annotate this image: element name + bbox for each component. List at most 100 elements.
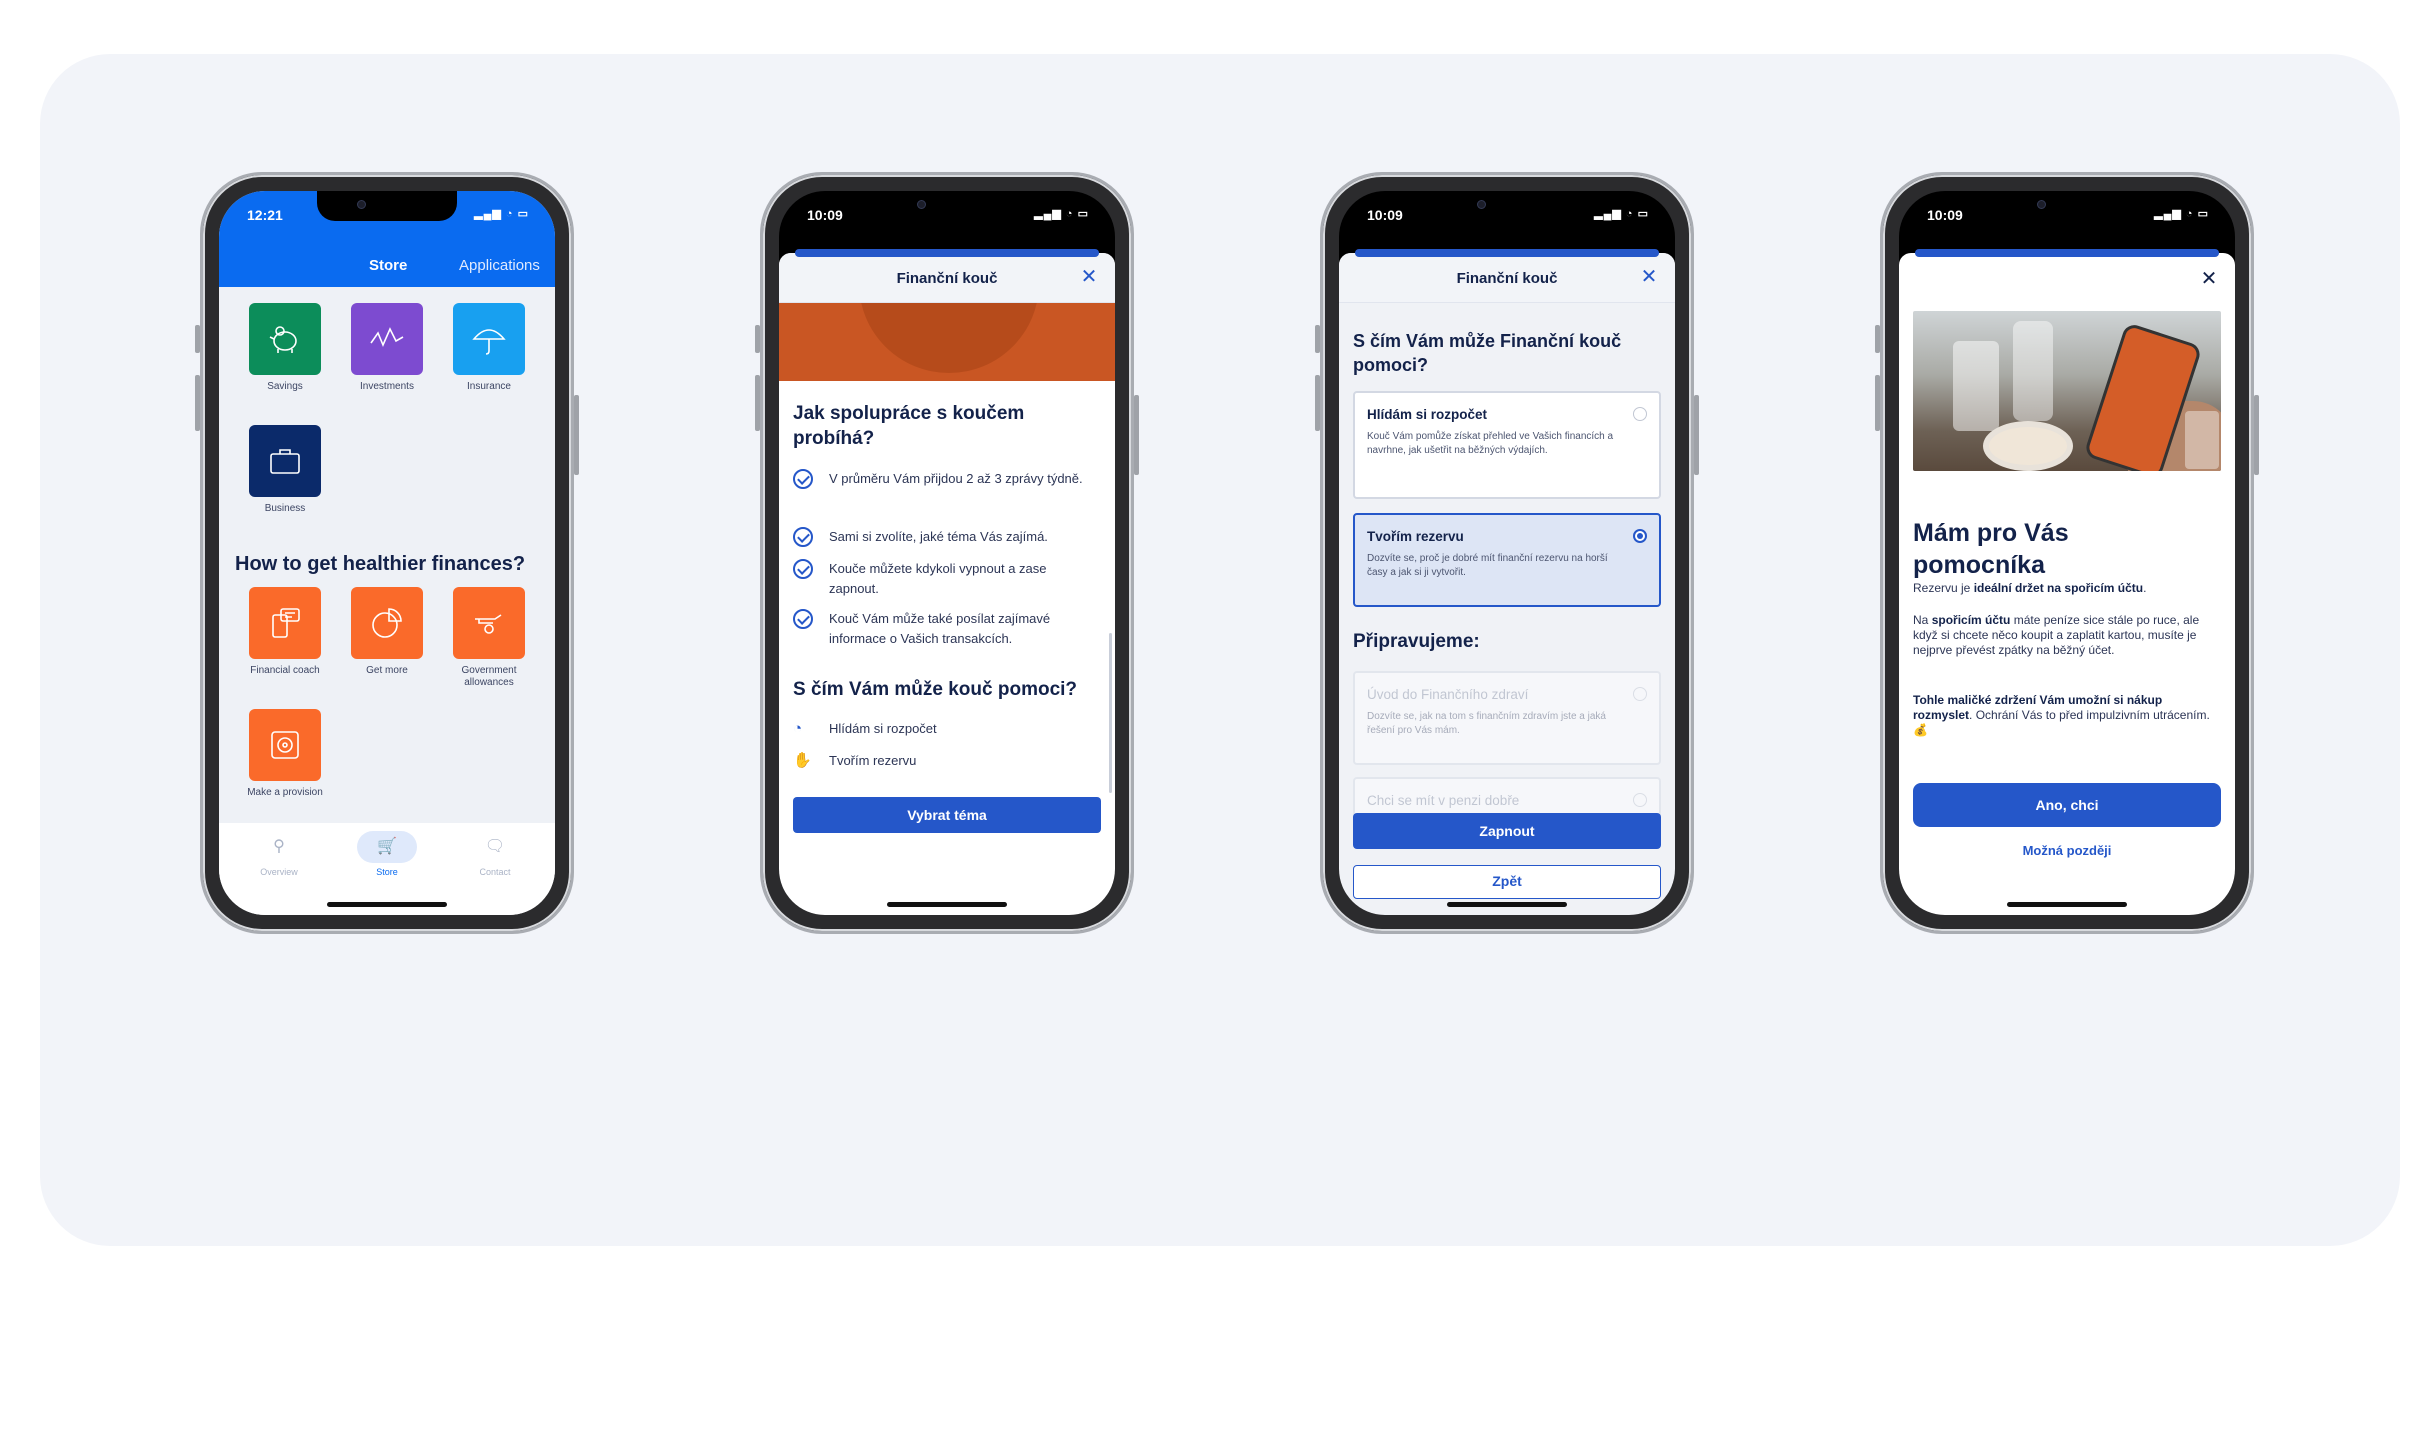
phone-coach-intro: 10:09 ▂▄▆ ◔ ▭ Finanční kouč ✕ Jak spolupr…	[755, 172, 1139, 934]
helper-screen: 10:09 ▂▄▆ ◔ ▭ ✕ Mám pro Vás pomocníka Rez…	[1899, 191, 2235, 915]
status-time: 12:21	[247, 207, 283, 223]
modal-sheet: ✕ Mám pro Vás pomocníka Rezervu je ideál…	[1899, 253, 2235, 915]
tile-get-more[interactable]	[351, 587, 423, 659]
option-reserve[interactable]: Tvořím rezervu Dozvíte se, proč je dobré…	[1353, 513, 1661, 607]
close-icon[interactable]: ✕	[1077, 265, 1101, 289]
hand-coin-icon	[475, 614, 502, 634]
savings-hand-icon: ✋	[793, 752, 812, 769]
tile-savings[interactable]	[249, 303, 321, 375]
pie-chart-icon	[372, 608, 402, 638]
modal-sheet: Finanční kouč ✕ S čím Vám může Finanční …	[1339, 253, 1675, 915]
tile-government-allowances[interactable]	[453, 587, 525, 659]
tile-make-a-provision[interactable]	[249, 709, 321, 781]
check-item: Sami si zvolíte, jaké téma Vás zajímá.	[793, 527, 1093, 547]
tab-store[interactable]: Store	[369, 257, 407, 274]
radio-button	[1633, 793, 1647, 807]
check-item: V průměru Vám přijdou 2 až 3 zprávy týdn…	[793, 469, 1093, 489]
nav-label-store: Store	[376, 867, 398, 877]
coach-chat-icon	[272, 608, 300, 638]
option-desc: Kouč Vám pomůže získat přehled ve Vašich…	[1367, 431, 1614, 456]
phone-store: 12:21 ▂▄▆ ◔ ▭ Store Applications Savings …	[195, 172, 579, 934]
nav-overview[interactable]: ⚲ Overview	[239, 831, 319, 877]
tile-insurance[interactable]	[453, 303, 525, 375]
tile-label-insurance: Insurance	[467, 381, 511, 392]
topic-item-budget: ◔ Hlídám si rozpočet	[793, 720, 937, 737]
status-time: 10:09	[1367, 207, 1403, 223]
budget-pie-icon: ◔	[793, 720, 803, 737]
check-circle-icon	[793, 559, 813, 579]
heading-how-it-works: Jak spolupráce s koučem probíhá?	[793, 403, 1025, 449]
safe-icon	[271, 731, 299, 759]
paragraph-3: Tohle maličké zdržení Vám umožní si náku…	[1913, 693, 2210, 737]
helper-heading: Mám pro Vás pomocníka	[1913, 519, 2069, 579]
tile-label-make-a-provision: Make a provision	[247, 787, 323, 798]
topic-item-reserve: ✋ Tvořím rezervu	[793, 752, 917, 769]
status-icons: ▂▄▆ ◔ ▭	[474, 208, 529, 220]
heading-what-helps: S čím Vám může kouč pomoci?	[793, 679, 1078, 700]
enable-button[interactable]: Zapnout	[1353, 813, 1661, 849]
check-circle-icon	[793, 469, 813, 489]
nav-contact[interactable]: 🗨 Contact	[455, 831, 535, 877]
heading-help: S čím Vám může Finanční kouč pomoci?	[1353, 331, 1622, 375]
scrollbar[interactable]	[1109, 633, 1112, 793]
yes-button[interactable]: Ano, chci	[1913, 783, 2221, 827]
tile-label-investments: Investments	[360, 381, 414, 392]
tile-label-financial-coach: Financial coach	[250, 665, 320, 676]
modal-title: Finanční kouč	[1456, 270, 1558, 287]
umbrella-icon	[472, 329, 506, 355]
chart-line-icon	[370, 327, 404, 348]
close-icon[interactable]: ✕	[2197, 267, 2221, 291]
modal-title: Finanční kouč	[896, 270, 998, 287]
maybe-later-link[interactable]: Možná později	[1913, 843, 2221, 858]
status-time: 10:09	[1927, 207, 1963, 223]
tile-label-government-allowances: Government allowances	[461, 665, 517, 688]
header-illustration	[779, 303, 1115, 381]
heading-coming-soon: Připravujeme:	[1353, 631, 1480, 652]
topic-select-screen: 10:09 ▂▄▆ ◔ ▭ Finanční kouč ✕ S čím Vám m…	[1339, 191, 1675, 915]
option-title: Úvod do Finančního zdraví	[1367, 687, 1529, 702]
tile-label-get-more: Get more	[366, 665, 408, 676]
tile-label-business: Business	[264, 503, 306, 514]
radio-button[interactable]	[1633, 407, 1647, 421]
tile-financial-coach[interactable]	[249, 587, 321, 659]
option-title: Chci se mít v penzi dobře	[1367, 793, 1520, 808]
back-button[interactable]: Zpět	[1353, 865, 1661, 899]
tab-applications[interactable]: Applications	[459, 257, 540, 274]
check-item: Kouče můžete kdykoli vypnout a zase zapn…	[793, 559, 1093, 599]
piggy-bank-icon	[269, 326, 297, 353]
radio-button	[1633, 687, 1647, 701]
paragraph-1: Rezervu je ideální držet na spořicím účt…	[1913, 581, 2147, 595]
tile-investments[interactable]	[351, 303, 423, 375]
hero-photo	[1913, 311, 2221, 471]
tile-business[interactable]	[249, 425, 321, 497]
tile-label-savings: Savings	[267, 381, 303, 392]
option-financial-health: Úvod do Finančního zdraví Dozvíte se, ja…	[1353, 671, 1661, 765]
check-circle-icon	[793, 527, 813, 547]
store-screen: 12:21 ▂▄▆ ◔ ▭ Store Applications Savings …	[219, 191, 555, 915]
status-icons: ▂▄▆ ◔ ▭	[1034, 208, 1089, 220]
close-icon[interactable]: ✕	[1637, 265, 1661, 289]
radio-button-selected[interactable]	[1633, 529, 1647, 543]
cart-icon: 🛒	[357, 831, 417, 863]
check-item: Kouč Vám může také posílat zajímavé info…	[793, 609, 1093, 649]
modal-sheet: Finanční kouč ✕ Jak spolupráce s koučem …	[779, 253, 1115, 915]
option-budget[interactable]: Hlídám si rozpočet Kouč Vám pomůže získa…	[1353, 391, 1661, 499]
status-time: 10:09	[807, 207, 843, 223]
nav-label-overview: Overview	[260, 867, 298, 877]
nav-label-contact: Contact	[479, 867, 511, 877]
choose-topic-button[interactable]: Vybrat téma	[793, 797, 1101, 833]
check-circle-icon	[793, 609, 813, 629]
coach-intro-screen: 10:09 ▂▄▆ ◔ ▭ Finanční kouč ✕ Jak spolupr…	[779, 191, 1115, 915]
pin-icon: ⚲	[273, 838, 285, 855]
paragraph-2: Na spořicím účtu máte peníze sice stále …	[1913, 613, 2200, 657]
option-desc: Dozvíte se, proč je dobré mít finanční r…	[1367, 553, 1608, 578]
status-icons: ▂▄▆ ◔ ▭	[2154, 208, 2209, 220]
option-title: Hlídám si rozpočet	[1367, 407, 1488, 422]
chat-icon: 🗨	[484, 838, 506, 855]
nav-store[interactable]: 🛒 Store	[347, 831, 427, 877]
phone-helper: 10:09 ▂▄▆ ◔ ▭ ✕ Mám pro Vás pomocníka Rez…	[1875, 172, 2259, 934]
status-icons: ▂▄▆ ◔ ▭	[1594, 208, 1649, 220]
briefcase-icon	[270, 449, 300, 474]
option-title: Tvořím rezervu	[1367, 529, 1464, 544]
section-heading: How to get healthier finances?	[235, 553, 526, 575]
